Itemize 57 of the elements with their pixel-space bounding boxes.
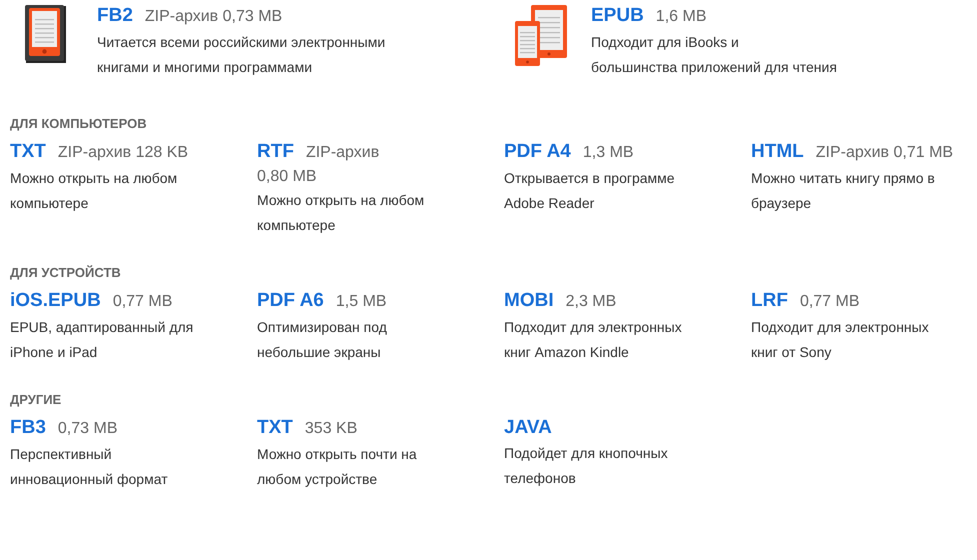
format-description: Подходит для электронных — [751, 318, 930, 337]
format-description: EPUB, адаптированный для — [10, 318, 194, 337]
file-size: ZIP-архив — [306, 143, 380, 163]
file-size: 0,80 MB — [257, 167, 318, 187]
format-description: компьютере — [257, 216, 336, 235]
file-size: ZIP-архив 0,71 MB — [816, 143, 954, 163]
format-description: Читается всеми российскими электронными — [97, 33, 386, 52]
format-description: Можно открыть на любом — [10, 169, 178, 188]
format-link[interactable]: FB3 — [10, 415, 46, 441]
format-description: телефонов — [504, 469, 577, 488]
format-description: Перспективный — [10, 445, 113, 464]
format-description: Оптимизирован под — [257, 318, 388, 337]
tablets-icon — [515, 5, 567, 67]
format-description: книг от Sony — [751, 343, 832, 362]
format-description: iPhone и iPad — [10, 343, 98, 362]
format-description: Adobe Reader — [504, 194, 596, 213]
file-size: 2,3 MB — [566, 292, 616, 312]
format-description: Открывается в программе — [504, 169, 676, 188]
file-size: 1,5 MB — [336, 292, 387, 312]
format-link[interactable]: TXT — [10, 139, 46, 165]
ereader-icon — [25, 5, 67, 65]
format-description: Можно открыть на любом — [257, 191, 426, 210]
format-description: большинства приложений для чтения — [591, 58, 837, 77]
format-description: Можно читать книгу прямо в — [751, 169, 936, 188]
format-link[interactable]: iOS.EPUB — [10, 288, 101, 314]
format-link[interactable]: JAVA — [504, 415, 552, 441]
file-size: 353 KB — [304, 419, 358, 439]
format-link[interactable]: PDF A6 — [257, 288, 324, 314]
format-description: компьютере — [10, 194, 90, 213]
format-link[interactable]: EPUB — [591, 3, 644, 29]
file-size: ZIP-архив 128 KB — [58, 143, 188, 163]
section-heading: ДЛЯ УСТРОЙСТВ — [10, 264, 122, 282]
format-link[interactable]: FB2 — [97, 3, 133, 29]
file-size: 0,73 MB — [58, 419, 118, 439]
format-link[interactable]: MOBI — [504, 288, 554, 314]
file-size: 0,77 MB — [800, 292, 860, 312]
format-description: книг Amazon Kindle — [504, 343, 630, 362]
format-description: книгами и многими программами — [97, 58, 314, 77]
section-heading: ДЛЯ КОМПЬЮТЕРОВ — [10, 115, 148, 133]
format-description: небольшие экраны — [257, 343, 382, 362]
format-description: Подходит для iBooks и — [591, 33, 740, 52]
file-size: ZIP-архив 0,73 MB — [144, 7, 282, 27]
format-link[interactable]: HTML — [751, 139, 804, 165]
file-size: 0,77 MB — [112, 292, 172, 312]
format-link[interactable]: RTF — [257, 139, 294, 165]
format-link[interactable]: TXT — [257, 415, 293, 441]
section-heading: ДРУГИЕ — [10, 391, 62, 409]
format-description: браузере — [751, 194, 812, 213]
format-link[interactable]: PDF A4 — [504, 139, 571, 165]
format-description: Подойдет для кнопочных — [504, 444, 669, 463]
format-link[interactable]: LRF — [751, 288, 788, 314]
format-description: инновационный формат — [10, 470, 169, 489]
file-size: 1,3 MB — [582, 143, 634, 163]
file-size: 1,6 MB — [656, 7, 706, 27]
format-description: Можно открыть почти на — [257, 445, 418, 464]
format-description: любом устройстве — [257, 470, 378, 489]
format-description: Подходит для электронных — [504, 318, 683, 337]
